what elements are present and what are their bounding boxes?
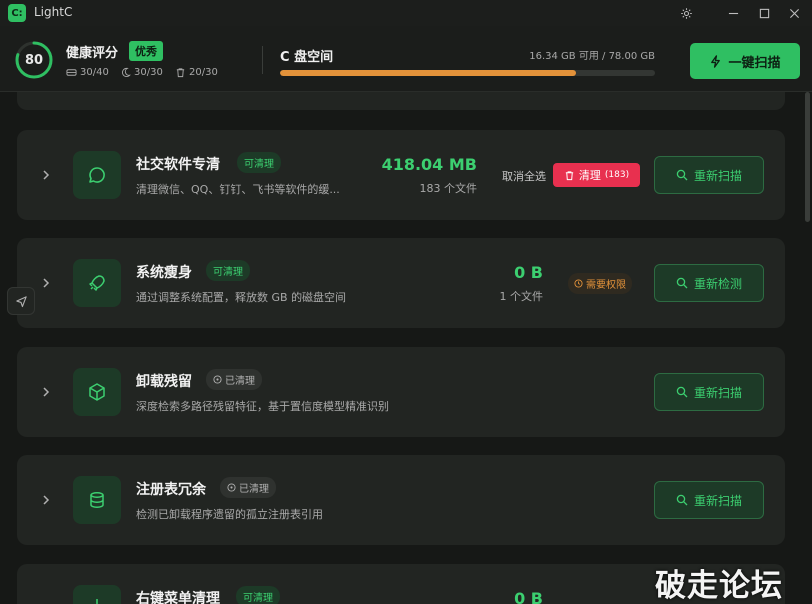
card-partial-top	[17, 92, 785, 110]
chevron-right-icon[interactable]	[39, 385, 53, 399]
card-title: 系统瘦身	[136, 265, 192, 281]
card-description: 检测已卸载程序遗留的孤立注册表引用	[136, 508, 323, 521]
navigate-icon[interactable]	[7, 287, 35, 315]
status-label: 已清理	[239, 484, 269, 495]
search-icon	[676, 386, 688, 398]
card-title: 注册表冗余	[136, 482, 206, 498]
disk-icon	[66, 69, 77, 76]
rescan-label: 重新扫描	[693, 168, 742, 183]
chevron-right-icon[interactable]	[39, 168, 53, 182]
card-description: 深度检索多路径残留特征，基于置信度模型精准识别	[136, 400, 389, 413]
status-badge: 已清理	[206, 369, 262, 390]
chevron-right-icon[interactable]	[39, 276, 53, 290]
chat-icon	[73, 151, 121, 199]
rescan-button[interactable]: 重新扫描	[654, 373, 764, 411]
minimize-icon[interactable]	[724, 4, 742, 22]
card-title: 社交软件专清	[136, 157, 220, 173]
app-logo: C:	[8, 4, 26, 22]
clean-label: 清理	[578, 169, 601, 182]
card-file-count: 183 个文件	[419, 182, 478, 195]
card-title: 卸载残留	[136, 374, 192, 390]
card-size: 0 B	[514, 589, 543, 604]
moon-icon	[122, 67, 131, 78]
sparkle-icon	[73, 585, 121, 604]
card-description: 通过调整系统配置，释放数 GB 的磁盘空间	[136, 291, 347, 304]
stat-trash: 20/30	[175, 67, 218, 78]
health-score-value: 80	[24, 52, 44, 68]
status-label: 已清理	[225, 376, 255, 387]
lightning-icon	[711, 54, 721, 68]
status-badge: 可清理	[206, 260, 250, 281]
health-badge: 优秀	[129, 41, 163, 61]
stat-disk: 30/40	[66, 67, 109, 78]
clock-icon	[574, 279, 583, 288]
watermark: 破走论坛	[655, 568, 783, 604]
search-icon	[676, 169, 688, 181]
deselect-all-link[interactable]: 取消全选	[502, 168, 546, 184]
health-title: 健康评分	[66, 46, 119, 61]
card-description: 清理微信、QQ、钉钉、飞书等软件的缓...	[136, 183, 340, 196]
clean-button[interactable]: 清理 (183)	[553, 163, 640, 187]
permission-badge: 需要权限	[568, 273, 632, 294]
rescan-label: 重新扫描	[693, 493, 742, 508]
trash-icon	[176, 68, 185, 78]
rocket-icon	[73, 259, 121, 307]
close-icon[interactable]	[785, 4, 803, 22]
scrollbar[interactable]	[805, 92, 810, 222]
recheck-button[interactable]: 重新检测	[654, 264, 764, 302]
status-badge: 已清理	[220, 477, 276, 498]
disk-usage-fill	[280, 70, 577, 76]
title-bar: C: LightC	[0, 0, 812, 26]
status-badge: 可清理	[237, 152, 281, 173]
cube-icon	[73, 368, 121, 416]
card-system-slim: 系统瘦身 可清理 通过调整系统配置，释放数 GB 的磁盘空间 0 B 1 个文件…	[17, 238, 785, 328]
stat-value: 30/40	[80, 67, 109, 78]
rescan-label: 重新检测	[693, 276, 742, 291]
rescan-label: 重新扫描	[693, 385, 742, 400]
check-circle-icon	[213, 375, 222, 384]
disk-usage-bar	[280, 70, 655, 76]
database-icon	[73, 476, 121, 524]
gear-icon[interactable]	[677, 4, 695, 22]
card-file-count: 1 个文件	[499, 290, 544, 303]
card-size: 0 B	[514, 263, 543, 282]
card-registry: 注册表冗余 已清理 检测已卸载程序遗留的孤立注册表引用 重新扫描	[17, 455, 785, 545]
clean-count: (183)	[604, 170, 630, 180]
rescan-button[interactable]: 重新扫描	[654, 156, 764, 194]
scan-button-label: 一键扫描	[728, 55, 781, 71]
rescan-button[interactable]: 重新扫描	[654, 481, 764, 519]
stat-value: 30/30	[134, 67, 163, 78]
header-divider	[262, 46, 263, 74]
status-badge: 可清理	[236, 586, 280, 604]
chevron-right-icon[interactable]	[39, 493, 53, 507]
search-icon	[676, 494, 688, 506]
card-social-apps: 社交软件专清 可清理 清理微信、QQ、钉钉、飞书等软件的缓... 418.04 …	[17, 130, 785, 220]
one-click-scan-button[interactable]: 一键扫描	[690, 43, 800, 79]
search-icon	[676, 277, 688, 289]
trash-icon	[565, 170, 574, 180]
disk-title: C 盘空间	[280, 50, 334, 65]
card-size: 418.04 MB	[381, 155, 477, 174]
stat-moon: 30/30	[120, 67, 163, 78]
app-title: LightC	[34, 5, 73, 19]
card-title: 右键菜单清理	[136, 591, 220, 604]
stat-value: 20/30	[189, 67, 218, 78]
permission-label: 需要权限	[586, 280, 626, 291]
disk-info: 16.34 GB 可用 / 78.00 GB	[529, 51, 655, 62]
maximize-icon[interactable]	[755, 4, 773, 22]
check-circle-icon	[227, 483, 236, 492]
card-list[interactable]: 社交软件专清 可清理 清理微信、QQ、钉钉、飞书等软件的缓... 418.04 …	[0, 92, 812, 604]
card-uninstall-leftovers: 卸载残留 已清理 深度检索多路径残留特征，基于置信度模型精准识别 重新扫描	[17, 347, 785, 437]
